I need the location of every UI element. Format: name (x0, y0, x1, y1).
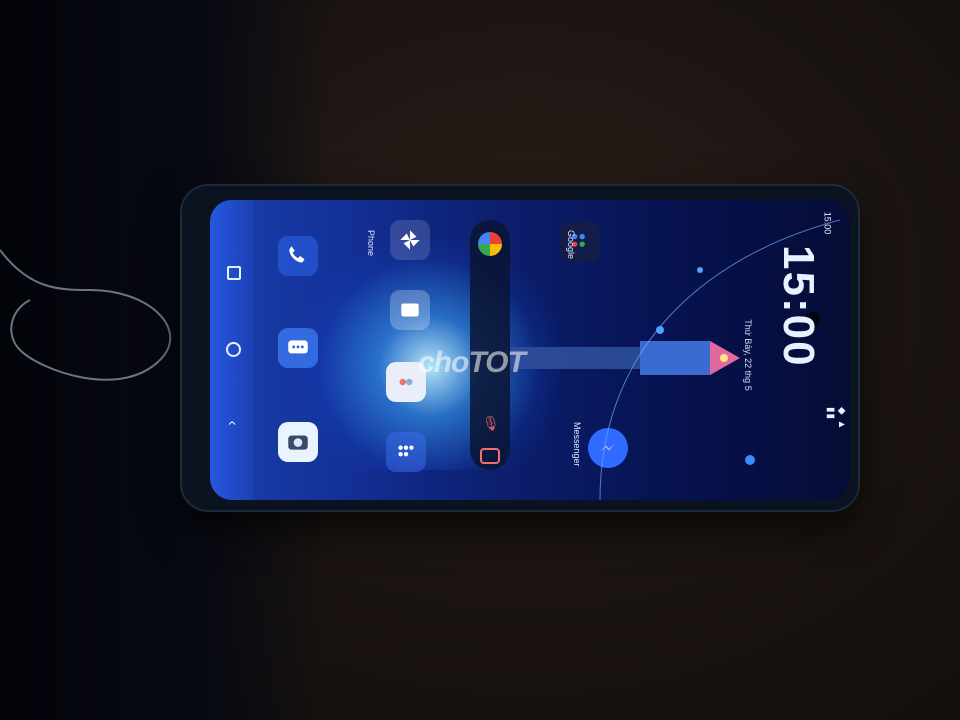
gallery-app-icon[interactable] (390, 290, 430, 330)
status-bar-time: 15:00 (822, 211, 833, 235)
dock (260, 200, 380, 500)
folder-icon[interactable] (386, 432, 426, 472)
phone-app-icon[interactable] (278, 236, 318, 276)
messages-app-icon[interactable] (278, 328, 318, 368)
chotot-watermark: choTOT (418, 346, 526, 379)
google-search-bar[interactable]: 🎙 (470, 220, 510, 470)
recent-apps-icon[interactable] (227, 266, 241, 280)
camera-app-icon[interactable] (278, 422, 318, 462)
status-bar-icons: ◆ ▲ ▮▮ (825, 407, 847, 431)
phone-screen[interactable]: ‹ Phone 🎙 Google Messenger 15:00 Thứ Bảy… (210, 200, 850, 500)
lockscreen-clock: 15:00 (774, 245, 823, 368)
navigation-bar: ‹ (210, 200, 254, 500)
microphone-icon[interactable]: 🎙 (482, 415, 500, 431)
google-logo-icon (478, 232, 502, 256)
lockscreen-date: Thứ Bảy, 22 thg 5 (743, 319, 753, 391)
pinwheel-app-icon[interactable] (390, 220, 430, 260)
phone-label: Phone (366, 230, 376, 257)
home-icon[interactable] (226, 342, 241, 357)
charging-cable (0, 249, 172, 381)
back-icon[interactable]: ‹ (223, 414, 241, 432)
lens-icon[interactable] (480, 448, 500, 464)
